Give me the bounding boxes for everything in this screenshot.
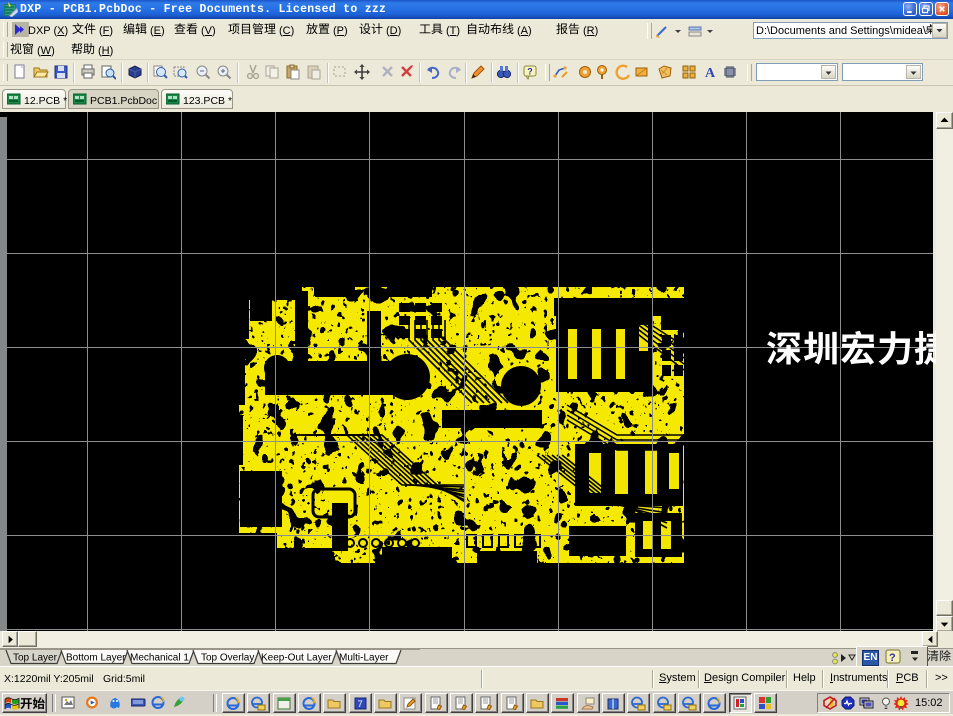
svg-text:Keep-Out Layer: Keep-Out Layer [261,653,332,664]
svg-text:Bottom Layer: Bottom Layer [66,653,126,664]
svg-text:A: A [705,66,716,80]
svg-text:Mechanical 1: Mechanical 1 [130,653,189,664]
svg-text:Top Overlay: Top Overlay [201,653,254,664]
svg-text:Multi-Layer: Multi-Layer [339,653,389,664]
svg-text:?: ? [889,652,896,664]
svg-text:Top Layer: Top Layer [13,653,58,664]
svg-text:7: 7 [358,699,363,709]
svg-text:?: ? [527,66,533,76]
